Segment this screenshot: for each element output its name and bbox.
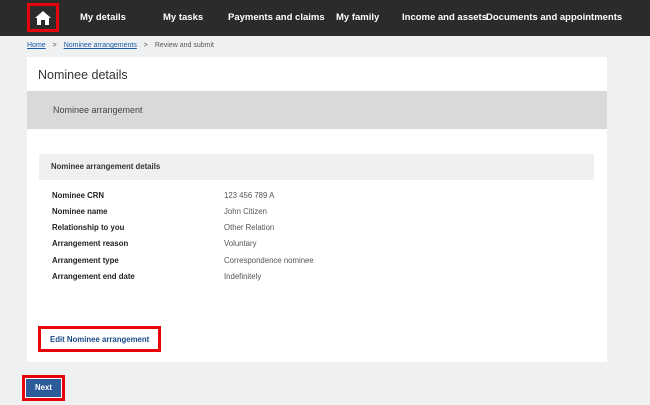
details-header-label: Nominee arrangement details [51,162,161,171]
top-navigation: My details My tasks Payments and claims … [0,0,650,36]
edit-nominee-arrangement-link[interactable]: Edit Nominee arrangement [50,335,149,344]
next-button-highlight: Next [22,375,65,401]
nav-income-and-assets[interactable]: Income and assets [402,0,487,36]
detail-value: Correspondence nominee [224,256,314,265]
nav-documents-and-appointments[interactable]: Documents and appointments [486,0,622,36]
detail-label: Arrangement end date [52,272,135,281]
detail-label: Nominee CRN [52,191,104,200]
breadcrumb: Home > Nominee arrangements > Review and… [27,42,214,49]
page-title: Nominee details [38,68,128,82]
breadcrumb-nominee-arrangements-link[interactable]: Nominee arrangements [64,42,137,49]
detail-value: 123 456 789 A [224,191,275,200]
detail-label: Arrangement reason [52,239,129,248]
home-icon [35,10,51,25]
detail-label: Relationship to you [52,223,125,232]
detail-label: Nominee name [52,207,108,216]
section-header: Nominee arrangement [27,91,607,129]
breadcrumb-home-link[interactable]: Home [27,42,46,49]
details-header: Nominee arrangement details [39,154,594,180]
section-title: Nominee arrangement [53,105,143,115]
nav-my-tasks[interactable]: My tasks [163,0,203,36]
nav-my-details[interactable]: My details [80,0,126,36]
nominee-details-card: Nominee details Nominee arrangement Nomi… [27,57,607,362]
detail-value: John Citizen [224,207,267,216]
detail-value: Other Relation [224,223,275,232]
home-button[interactable] [27,3,59,32]
detail-value: Voluntary [224,239,257,248]
detail-label: Arrangement type [52,256,119,265]
breadcrumb-separator: > [143,42,148,49]
breadcrumb-current: Review and submit [154,42,214,49]
next-button[interactable]: Next [26,379,61,397]
detail-value: Indefinitely [224,272,262,281]
nav-payments-and-claims[interactable]: Payments and claims [228,0,325,36]
edit-nominee-arrangement-highlight: Edit Nominee arrangement [38,326,161,352]
breadcrumb-separator: > [52,42,57,49]
nav-my-family[interactable]: My family [336,0,379,36]
